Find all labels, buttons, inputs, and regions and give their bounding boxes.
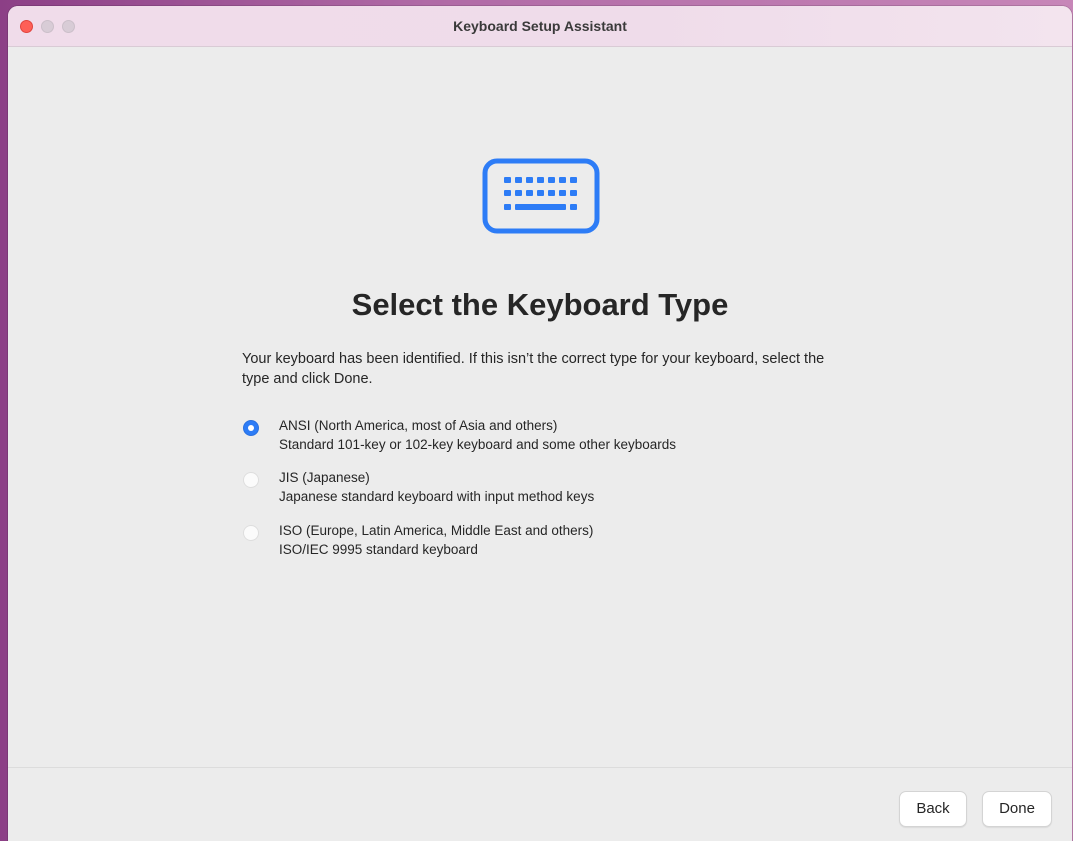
- title-bar: Keyboard Setup Assistant: [8, 6, 1072, 47]
- radio-iso[interactable]: [243, 525, 259, 541]
- option-jis[interactable]: JIS (Japanese) Japanese standard keyboar…: [242, 468, 862, 510]
- main-content: Select the Keyboard Type Your keyboard h…: [8, 47, 1072, 767]
- option-iso-title: ISO (Europe, Latin America, Middle East …: [279, 523, 594, 538]
- option-iso-text: ISO (Europe, Latin America, Middle East …: [279, 521, 593, 559]
- keyboard-setup-window: Keyboard Setup Assistant Select the Keyb…: [8, 6, 1072, 841]
- done-button[interactable]: Done: [982, 791, 1052, 827]
- option-ansi-text: ANSI (North America, most of Asia and ot…: [279, 416, 676, 454]
- option-iso-subtitle: ISO/IEC 9995 standard keyboard: [279, 542, 478, 557]
- option-ansi[interactable]: ANSI (North America, most of Asia and ot…: [242, 416, 862, 458]
- option-jis-subtitle: Japanese standard keyboard with input me…: [279, 489, 595, 504]
- radio-jis[interactable]: [243, 472, 259, 488]
- description-text: Your keyboard has been identified. If th…: [242, 351, 825, 387]
- option-ansi-title: ANSI (North America, most of Asia and ot…: [279, 418, 558, 433]
- window-title: Keyboard Setup Assistant: [453, 18, 627, 34]
- option-iso[interactable]: ISO (Europe, Latin America, Middle East …: [242, 521, 862, 563]
- option-ansi-subtitle: Standard 101-key or 102-key keyboard and…: [279, 437, 676, 452]
- option-jis-text: JIS (Japanese) Japanese standard keyboar…: [279, 468, 594, 506]
- keyboard-icon: [482, 158, 600, 234]
- radio-ansi[interactable]: [243, 420, 259, 436]
- footer-bar: Back Done: [8, 767, 1072, 841]
- back-button[interactable]: Back: [899, 791, 967, 827]
- page-title: Select the Keyboard Type: [351, 287, 729, 322]
- option-jis-title: JIS (Japanese): [279, 470, 370, 485]
